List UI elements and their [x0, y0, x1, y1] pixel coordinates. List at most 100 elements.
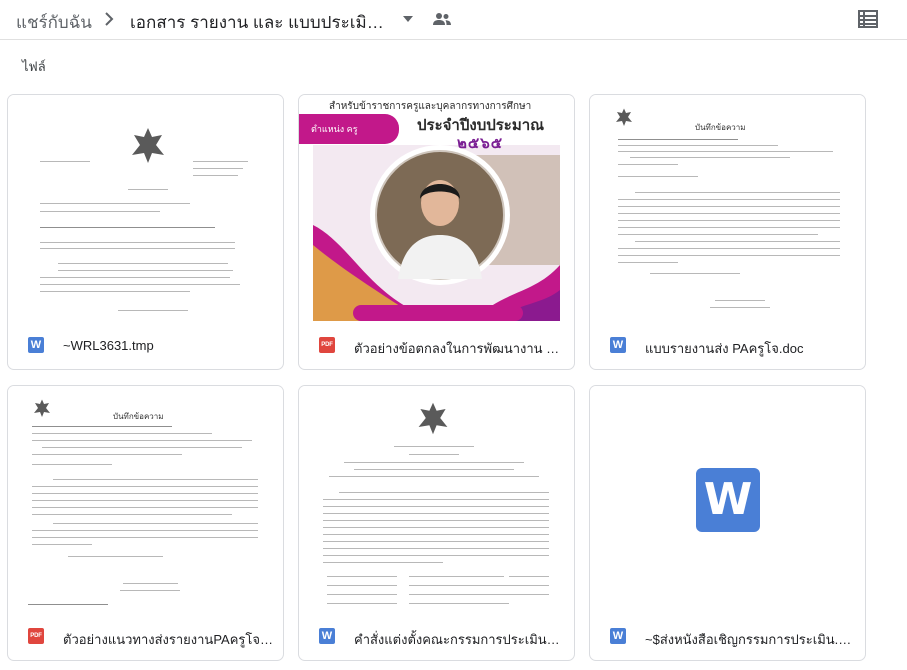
document-text-line [323, 541, 549, 542]
word-file-icon: W [610, 628, 626, 644]
file-name: ตัวอย่างแนวทางส่งรายงานPAครูโจ.pdf [63, 632, 273, 647]
file-card[interactable]: บันทึกข้อความ PDF ตัวอย่างแนวทางส่งรายงา… [7, 385, 284, 661]
cover-badge: ตำแหน่ง ครู [299, 114, 399, 144]
file-thumbnail: สำหรับข้าราชการครูและบุคลากรทางการศึกษา … [299, 95, 574, 321]
files-section-label: ไฟล์ [22, 59, 46, 74]
file-thumbnail [8, 95, 283, 321]
garuda-emblem-icon [616, 108, 632, 126]
document-text-line [323, 548, 549, 549]
word-file-icon: W [319, 628, 335, 644]
document-text-line [630, 157, 790, 158]
document-text-line [40, 227, 215, 228]
document-text-line [339, 492, 549, 493]
document-text-line [193, 175, 238, 176]
document-text-line [618, 220, 840, 221]
document-text-line [409, 576, 504, 577]
document-text-line [327, 585, 397, 586]
garuda-emblem-icon [418, 402, 448, 435]
document-text-line [509, 585, 549, 586]
file-name: แบบรายงานส่ง PAครูโจ.doc [645, 341, 804, 356]
document-text-line [409, 585, 509, 586]
document-text-line [40, 211, 160, 212]
document-text-line [409, 454, 459, 455]
document-text-line [618, 255, 840, 256]
document-text-line [323, 555, 549, 556]
document-text-line [327, 576, 397, 577]
document-text-line [650, 273, 740, 274]
file-card-footer: W ~WRL3631.tmp [8, 321, 283, 369]
garuda-emblem-icon [132, 128, 164, 163]
document-text-line [618, 164, 678, 165]
document-text-line [710, 307, 770, 308]
chevron-right-icon [105, 12, 114, 26]
breadcrumb-root[interactable]: แชร์กับฉัน [16, 9, 92, 36]
file-card-footer: W ~$ส่งหนังสือเชิญกรรมการประเมิน.do... [590, 612, 865, 660]
document-text-line [618, 262, 678, 263]
pdf-file-icon: PDF [319, 337, 335, 353]
document-text-line [193, 168, 243, 169]
document-text-line [409, 603, 509, 604]
word-file-icon: W [28, 337, 44, 353]
document-text-line [58, 270, 233, 271]
document-text-line [329, 476, 539, 477]
file-name: ~$ส่งหนังสือเชิญกรรมการประเมิน.do... [645, 632, 855, 647]
document-text-line [618, 151, 833, 152]
document-text-line [618, 213, 840, 214]
arrow-drop-down-icon[interactable] [402, 15, 414, 23]
word-file-icon: W [696, 468, 760, 532]
document-text-line [68, 556, 163, 557]
file-card-footer: PDF ตัวอย่างแนวทางส่งรายงานPAครูโจ.pdf [8, 612, 283, 660]
document-text-line [40, 284, 240, 285]
document-text-line [344, 462, 524, 463]
document-text-line [32, 464, 112, 465]
document-text-line [618, 227, 840, 228]
document-text-line [53, 479, 258, 480]
document-text-line [40, 248, 235, 249]
document-text-line [354, 469, 514, 470]
document-text-line [618, 145, 778, 146]
document-heading: บันทึกข้อความ [695, 123, 746, 132]
list-view-icon[interactable] [858, 10, 878, 28]
file-card[interactable]: W W ~$ส่งหนังสือเชิญกรรมการประเมิน.do... [589, 385, 866, 661]
document-text-line [40, 291, 190, 292]
document-text-line [323, 562, 443, 563]
document-text-line [58, 263, 228, 264]
document-text-line [32, 537, 258, 538]
top-bar: แชร์กับฉัน เอกสาร รายงาน และ แบบประเมิน … [0, 0, 907, 40]
file-thumbnail: บันทึกข้อความ [8, 386, 283, 612]
file-thumbnail: บันทึกข้อความ [590, 95, 865, 321]
document-text-line [40, 161, 90, 162]
document-text-line [323, 527, 549, 528]
file-card-footer: W คำสั่งแต่งตั้งคณะกรรมการประเมินผล... [299, 612, 574, 660]
document-text-line [32, 486, 258, 487]
cover-title-line: สำหรับข้าราชการครูและบุคลากรทางการศึกษา [329, 101, 532, 112]
document-text-line [618, 176, 698, 177]
document-text-line [323, 534, 549, 535]
breadcrumb-current-folder[interactable]: เอกสาร รายงาน และ แบบประเมิน ... [130, 9, 392, 36]
document-text-line [28, 604, 108, 605]
document-text-line [120, 590, 180, 591]
document-text-line [193, 161, 248, 162]
garuda-emblem-icon [34, 399, 50, 417]
document-text-line [32, 493, 258, 494]
file-card[interactable]: W ~WRL3631.tmp [7, 94, 284, 370]
file-thumbnail: W [590, 386, 865, 612]
document-text-line [53, 523, 258, 524]
document-text-line [509, 594, 549, 595]
document-text-line [323, 499, 549, 500]
document-text-line [123, 583, 178, 584]
document-text-line [618, 139, 738, 140]
document-text-line [715, 300, 765, 301]
document-text-line [32, 433, 212, 434]
cover-year: ๒๕๖๕ [457, 135, 504, 152]
people-icon[interactable] [432, 12, 452, 26]
document-text-line [32, 507, 258, 508]
document-text-line [32, 544, 92, 545]
document-text-line [618, 248, 840, 249]
document-text-line [509, 576, 549, 577]
file-card[interactable]: W คำสั่งแต่งตั้งคณะกรรมการประเมินผล... [298, 385, 575, 661]
document-text-line [327, 594, 397, 595]
file-card[interactable]: สำหรับข้าราชการครูและบุคลากรทางการศึกษา … [298, 94, 575, 370]
document-text-line [409, 594, 509, 595]
file-card[interactable]: บันทึกข้อความ W แบบรายงานส่ง PAครูโจ.doc [589, 94, 866, 370]
